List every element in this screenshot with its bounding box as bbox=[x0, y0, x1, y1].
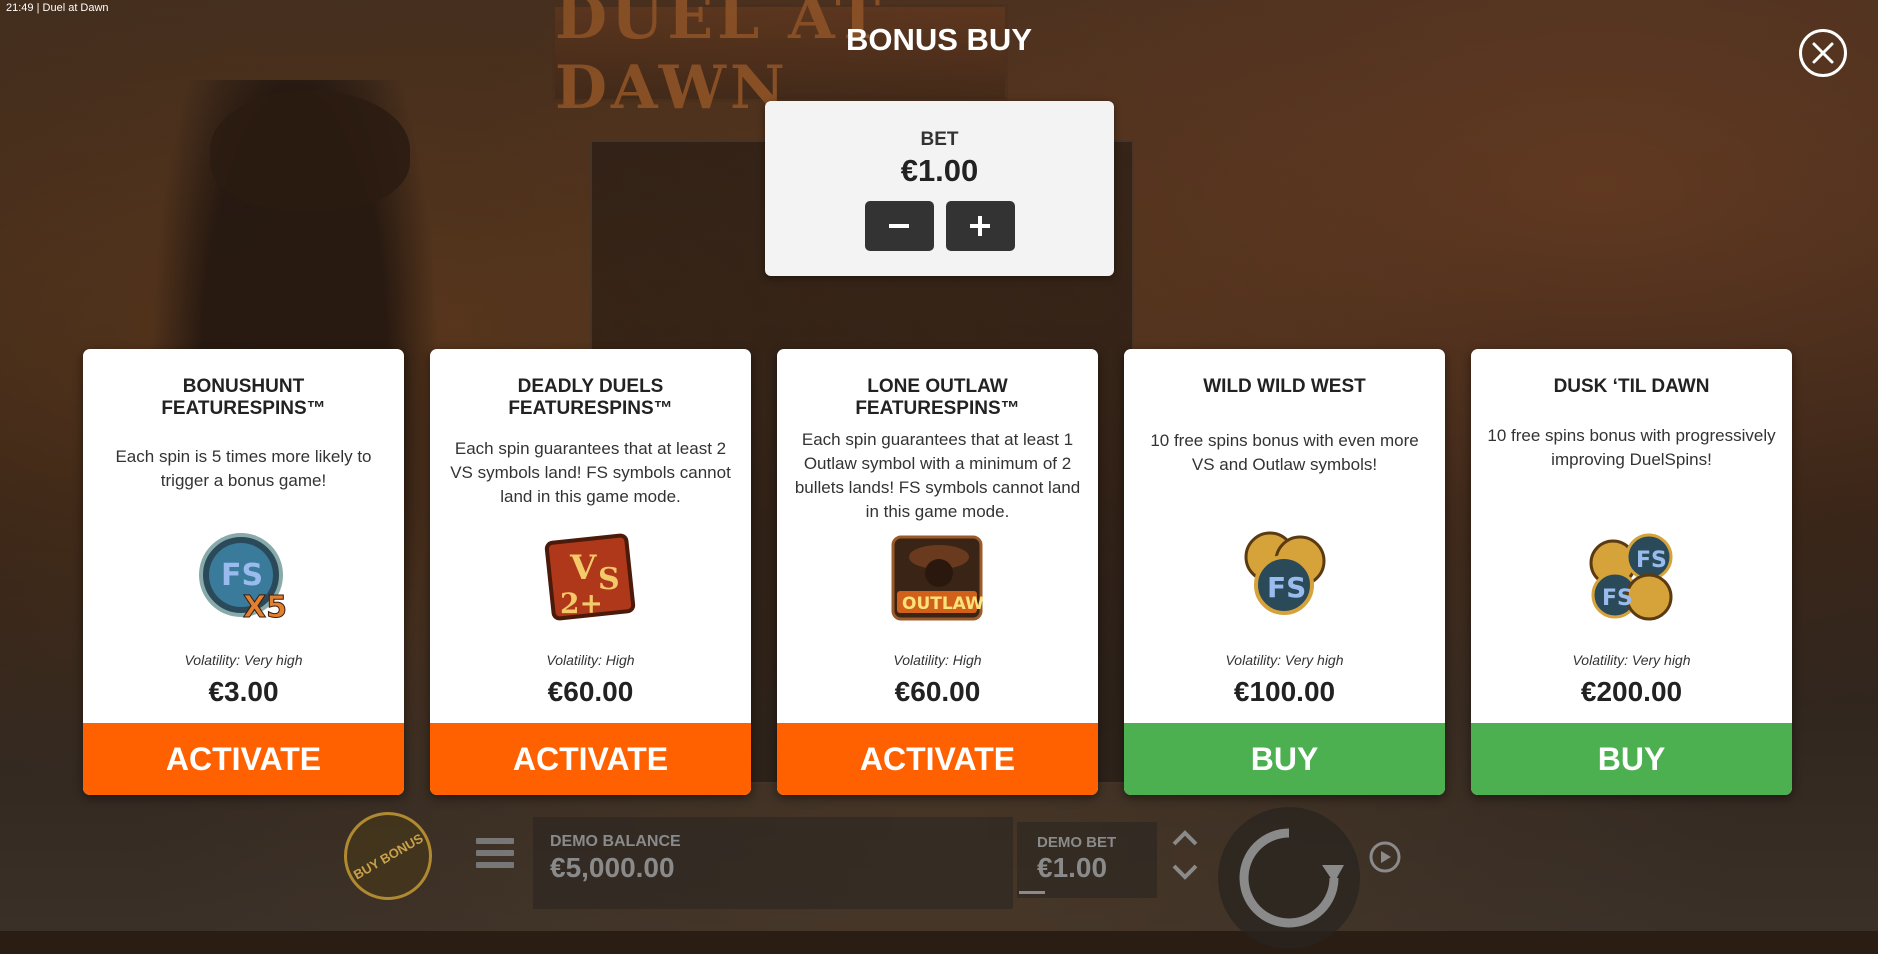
plus-icon bbox=[970, 216, 990, 236]
buy-button[interactable]: BUY bbox=[1471, 723, 1792, 795]
card-title: BONUSHUNT FEATURESPINS™ bbox=[161, 376, 326, 419]
bet-value: €1.00 bbox=[900, 153, 979, 188]
menu-icon[interactable] bbox=[476, 838, 514, 868]
svg-text:X5: X5 bbox=[243, 590, 287, 625]
svg-text:FS: FS bbox=[1636, 548, 1667, 573]
chevron-up-icon[interactable] bbox=[1170, 826, 1200, 850]
fs-coins-three-icon: FS bbox=[1234, 527, 1334, 627]
activate-button[interactable]: ACTIVATE bbox=[430, 723, 751, 795]
card-price: €3.00 bbox=[208, 676, 279, 707]
status-separator: | bbox=[36, 2, 40, 14]
bonus-card-dusk-til-dawn: DUSK ‘TIL DAWN 10 free spins bonus with … bbox=[1471, 349, 1792, 795]
demo-bet: DEMO BET €1.00 bbox=[1017, 822, 1157, 898]
svg-text:OUTLAW: OUTLAW bbox=[902, 594, 984, 614]
card-description: 10 free spins bonus with even more VS an… bbox=[1150, 431, 1419, 474]
card-description: Each spin guarantees that at least 1 Out… bbox=[794, 430, 1081, 521]
svg-text:2+: 2+ bbox=[560, 587, 603, 620]
svg-text:FS: FS bbox=[221, 558, 263, 593]
status-time: 21:49 bbox=[6, 2, 34, 14]
card-price: €60.00 bbox=[547, 676, 634, 707]
page-title: BONUS BUY bbox=[845, 22, 1032, 57]
spin-button[interactable] bbox=[1218, 807, 1360, 949]
card-title: DUSK ‘TIL DAWN bbox=[1553, 376, 1710, 397]
svg-text:V: V bbox=[569, 548, 597, 588]
close-icon bbox=[1812, 42, 1834, 64]
demo-balance-label: DEMO BALANCE bbox=[550, 833, 681, 850]
close-button[interactable] bbox=[1799, 29, 1847, 77]
bet-panel: BET €1.00 bbox=[765, 101, 1114, 276]
vs-2plus-icon: V S 2+ bbox=[540, 527, 640, 627]
bottom-bar: BUY BONUS DEMO BALANCE €5,000.00 DEMO BE… bbox=[0, 795, 1878, 949]
bonus-card-wild-wild-west: WILD WILD WEST 10 free spins bonus with … bbox=[1124, 349, 1445, 795]
increase-bet-button[interactable] bbox=[945, 201, 1015, 251]
demo-bet-value: €1.00 bbox=[1037, 852, 1108, 883]
svg-text:FS: FS bbox=[1602, 586, 1633, 611]
bonus-card-bonushunt: BONUSHUNT FEATURESPINS™ Each spin is 5 t… bbox=[83, 349, 404, 795]
status-app-title: Duel at Dawn bbox=[42, 2, 109, 14]
card-description: Each spin is 5 times more likely to trig… bbox=[115, 447, 372, 490]
card-price: €200.00 bbox=[1580, 676, 1683, 707]
bonus-card-lone-outlaw: LONE OUTLAW FEATURESPINS™ Each spin guar… bbox=[777, 349, 1098, 795]
card-volatility: Volatility: Very high bbox=[184, 652, 303, 668]
activate-button[interactable]: ACTIVATE bbox=[777, 723, 1098, 795]
card-price: €60.00 bbox=[894, 676, 981, 707]
activate-button[interactable]: ACTIVATE bbox=[83, 723, 404, 795]
card-volatility: Volatility: High bbox=[546, 652, 635, 668]
spin-icon bbox=[1239, 828, 1344, 928]
card-title: WILD WILD WEST bbox=[1203, 376, 1366, 397]
bonus-card-deadly-duels: DEADLY DUELS FEATURESPINS™ Each spin gua… bbox=[430, 349, 751, 795]
cowboy-hat-silhouette bbox=[210, 90, 410, 210]
card-volatility: Volatility: High bbox=[893, 652, 982, 668]
chevron-down-icon[interactable] bbox=[1170, 860, 1200, 884]
card-title: DEADLY DUELS FEATURESPINS™ bbox=[508, 376, 673, 419]
demo-bet-label: DEMO BET bbox=[1037, 834, 1117, 851]
card-volatility: Volatility: Very high bbox=[1225, 652, 1344, 668]
autoplay-icon[interactable] bbox=[1360, 832, 1410, 882]
status-bar: 21:49 | Duel at Dawn bbox=[6, 2, 109, 14]
card-description: Each spin guarantees that at least 2 VS … bbox=[450, 439, 731, 506]
bet-label: BET bbox=[920, 129, 959, 150]
fs-x5-icon: FS X5 bbox=[193, 527, 293, 627]
demo-balance-value: €5,000.00 bbox=[550, 852, 675, 883]
demo-bet-underline bbox=[1019, 891, 1045, 894]
minus-icon bbox=[889, 224, 909, 228]
card-description: 10 free spins bonus with progressively i… bbox=[1487, 426, 1776, 469]
buy-bonus-button[interactable]: BUY BONUS bbox=[327, 795, 449, 917]
demo-balance: DEMO BALANCE €5,000.00 bbox=[533, 817, 1013, 909]
card-title: LONE OUTLAW FEATURESPINS™ bbox=[855, 376, 1020, 419]
fs-coins-four-icon: FS FS bbox=[1581, 527, 1681, 627]
buy-button[interactable]: BUY bbox=[1124, 723, 1445, 795]
card-price: €100.00 bbox=[1233, 676, 1336, 707]
outlaw-icon: OUTLAW bbox=[887, 527, 987, 627]
decrease-bet-button[interactable] bbox=[864, 201, 934, 251]
svg-text:FS: FS bbox=[1267, 571, 1306, 604]
card-volatility: Volatility: Very high bbox=[1572, 652, 1691, 668]
